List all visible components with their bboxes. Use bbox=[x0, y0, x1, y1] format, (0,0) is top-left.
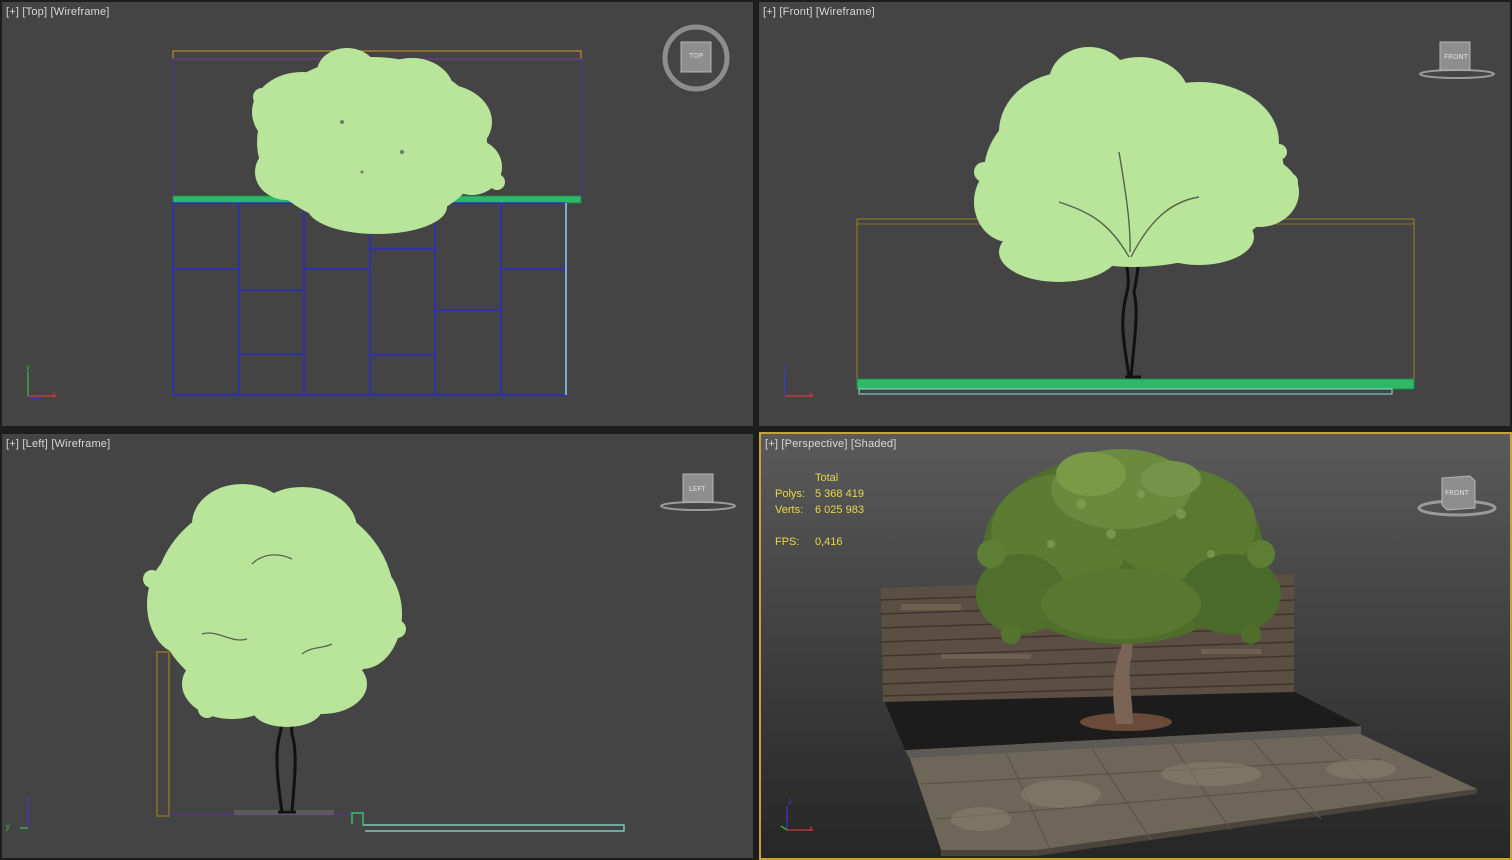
tree-trunk-wire bbox=[1121, 251, 1141, 379]
fence-wire bbox=[156, 651, 170, 817]
viewport-left[interactable]: [+] [Left] [Wireframe] LEFT z y bbox=[2, 434, 753, 858]
axis-label-v: y bbox=[26, 363, 30, 372]
viewport-front[interactable]: [+] [Front] [Wireframe] FRONT z x bbox=[759, 2, 1510, 426]
tree-canopy-wire bbox=[143, 484, 406, 727]
axis-label-v: z bbox=[788, 797, 792, 806]
paving-wire bbox=[858, 388, 1393, 395]
viewcube-label: LEFT bbox=[689, 485, 706, 493]
viewport-perspective[interactable]: [+] [Perspective] [Shaded] Total Polys: 5… bbox=[759, 432, 1512, 860]
axis-tripod-icon bbox=[780, 806, 813, 831]
viewcube-label: TOP bbox=[689, 52, 704, 60]
perspective-scene bbox=[880, 449, 1477, 856]
axis-label-h: y bbox=[6, 822, 10, 831]
front-scene bbox=[856, 47, 1415, 395]
viewcube-left[interactable] bbox=[658, 470, 738, 516]
axis-label-h: x bbox=[52, 390, 56, 399]
paving-wire bbox=[351, 812, 625, 832]
axis-label-h: x bbox=[809, 824, 813, 833]
tree-canopy-wire bbox=[252, 48, 505, 234]
viewport-top[interactable]: [+] [Top] [Wireframe] TOP y x bbox=[2, 2, 753, 426]
viewcube-label: FRONT bbox=[1444, 53, 1468, 61]
axis-label-v: z bbox=[26, 795, 30, 804]
axis-label-h: x bbox=[809, 390, 813, 399]
viewcube-front[interactable] bbox=[1417, 38, 1497, 84]
tree-canopy bbox=[976, 449, 1281, 644]
left-scene bbox=[143, 484, 625, 832]
axis-label-v: z bbox=[783, 363, 787, 372]
viewcube-label: FRONT bbox=[1445, 489, 1469, 497]
ground-strip-wire bbox=[856, 378, 1415, 390]
top-scene bbox=[172, 48, 582, 396]
